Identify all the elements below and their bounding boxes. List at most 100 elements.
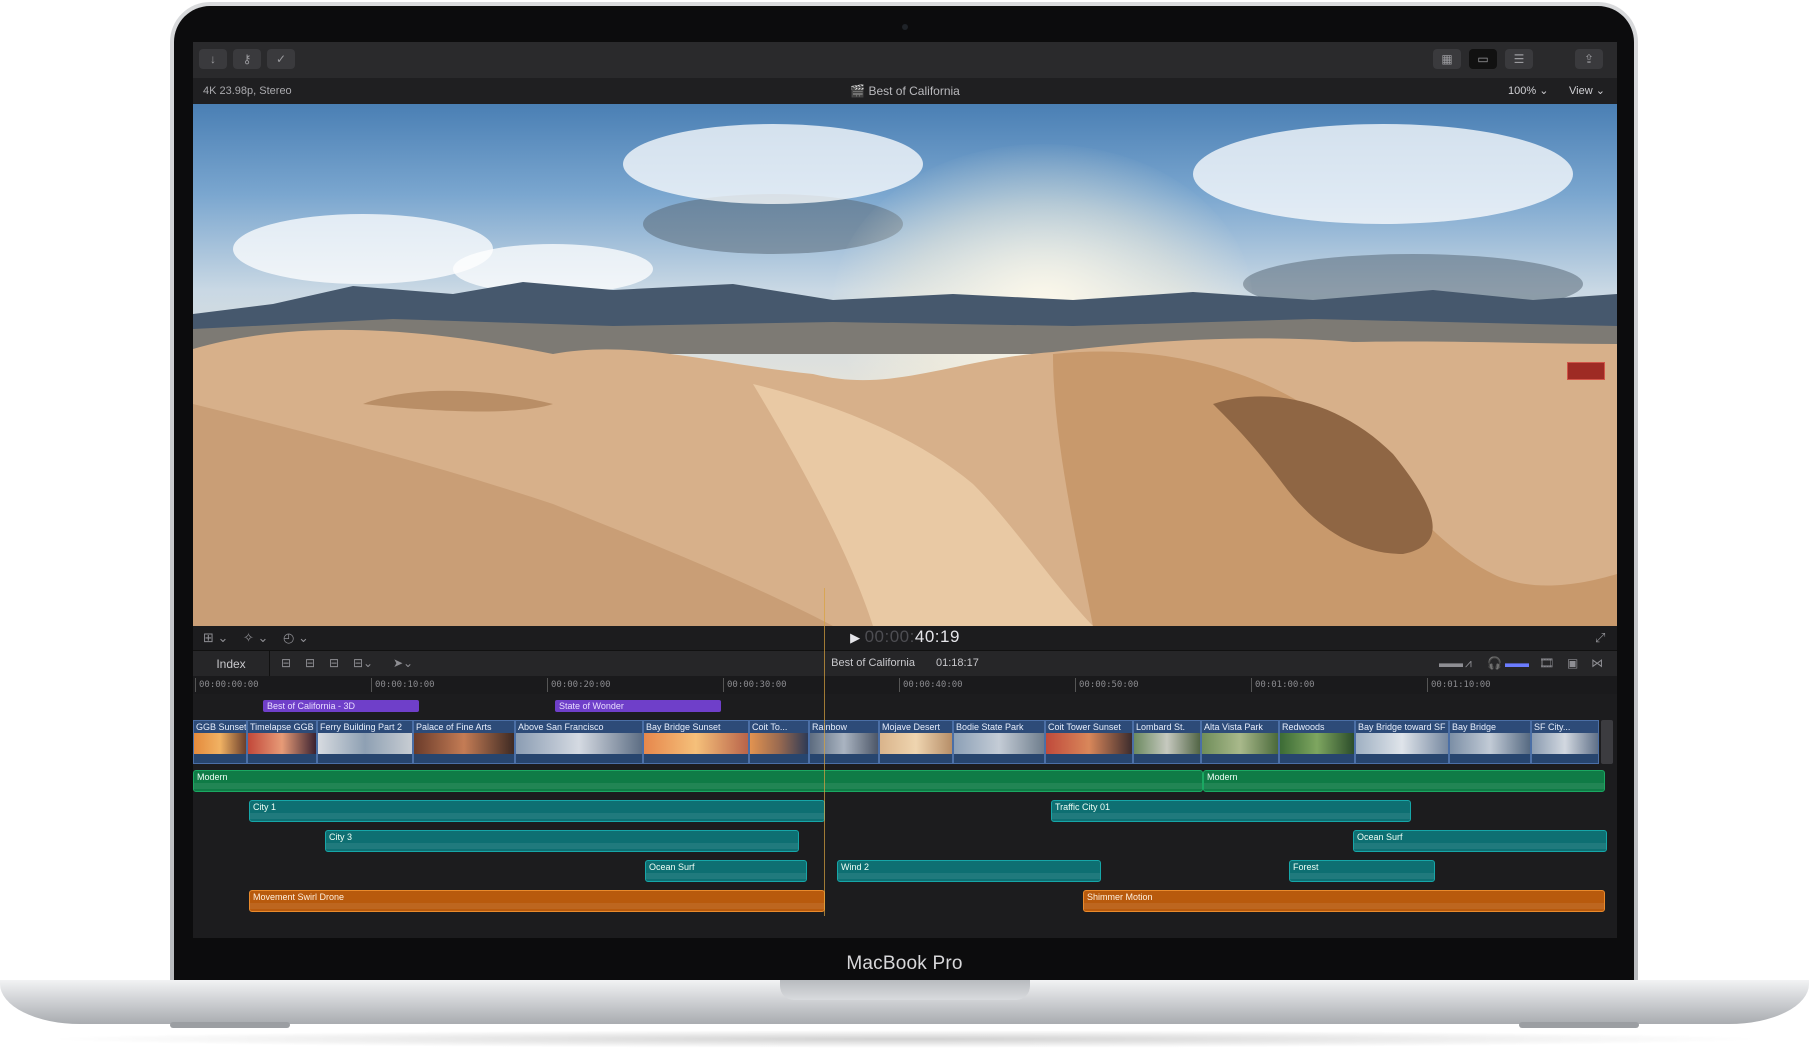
video-clip[interactable]: Rainbow [809, 720, 879, 764]
timecode-display[interactable]: ▶ 00:00:40:19 [193, 627, 1617, 647]
transitions-icon[interactable]: ▣ [1567, 656, 1578, 670]
timeline-project-name: Best of California [831, 657, 915, 669]
video-clip[interactable]: Redwoods [1279, 720, 1355, 764]
clip-label: Palace of Fine Arts [416, 722, 492, 732]
macbook-pro-device: ↓ ⚷ ✓ ▦ ▭ ☰ ⇪ 4K 23.98p, Stereo 🎬 Best o… [0, 0, 1809, 1061]
music-clip[interactable]: Modern [1203, 770, 1605, 792]
camera-icon [902, 24, 908, 30]
clip-label: Redwoods [1282, 722, 1325, 732]
play-icon[interactable]: ▶ [850, 630, 861, 645]
video-clip[interactable]: Coit Tower Sunset [1045, 720, 1133, 764]
timeline-icon[interactable]: ▭ [1469, 49, 1497, 69]
audio-clip[interactable]: Movement Swirl Drone [249, 890, 825, 912]
clip-appearance-icon[interactable]: ▬▬ [1439, 656, 1463, 670]
ruler-tick: 00:00:40:00 [899, 678, 963, 692]
audio-clip-label: City 3 [329, 832, 353, 842]
audio-clip[interactable]: Ocean Surf [645, 860, 807, 882]
timeline-ruler[interactable]: 00:00:00:00 00:00:10:00 00:00:20:00 00:0… [193, 676, 1617, 695]
video-clip[interactable]: Timelapse GGB [247, 720, 317, 764]
project-title-bar: 🎬 Best of California [193, 84, 1617, 98]
clapper-icon: 🎬 [850, 84, 866, 98]
device-shadow [40, 1030, 1769, 1048]
audio-clip-label: Wind 2 [841, 862, 870, 872]
landscape-illustration [193, 282, 1617, 626]
transport-bar: ⊞ ⌄ ✧ ⌄ ◴ ⌄ ▶ 00:00:40:19 ⤢ [193, 626, 1617, 650]
timeline-tracks: Best of California - 3D State of Wonder … [193, 694, 1617, 938]
import-icon[interactable]: ↓ [199, 49, 227, 69]
clip-label: Alta Vista Park [1204, 722, 1263, 732]
video-clip[interactable]: Bay Bridge Sunset [643, 720, 749, 764]
ruler-tick: 00:00:00:00 [195, 678, 259, 692]
video-clip[interactable]: Coit To... [749, 720, 809, 764]
audio-clip[interactable]: Shimmer Motion [1083, 890, 1605, 912]
clip-label: Ferry Building Part 2 [320, 722, 403, 732]
clip-label: Mojave Desert [882, 722, 941, 732]
video-clip[interactable]: Lombard St. [1133, 720, 1201, 764]
ruler-tick: 00:01:10:00 [1427, 678, 1491, 692]
title-clip[interactable]: State of Wonder [555, 700, 721, 712]
viewer-header: 4K 23.98p, Stereo 🎬 Best of California 1… [193, 78, 1617, 104]
zoom-dropdown[interactable]: 100% ⌄ [1508, 84, 1548, 97]
clip-label: SF City... [1534, 722, 1571, 732]
ruler-tick: 00:00:30:00 [723, 678, 787, 692]
keywords-icon[interactable]: ⚷ [233, 49, 261, 69]
video-clip[interactable]: Ferry Building Part 2 [317, 720, 413, 764]
audio-skimming-icon[interactable]: ⩘ [1465, 656, 1472, 671]
fullscreen-icon[interactable]: ⤢ [1595, 630, 1605, 646]
audio-clip-label: Ocean Surf [1357, 832, 1403, 842]
title-clip[interactable]: Best of California - 3D [263, 700, 419, 712]
timecode-current: 40:19 [914, 627, 960, 646]
ruler-tick: 00:00:50:00 [1075, 678, 1139, 692]
audio-clip-label: City 1 [253, 802, 277, 812]
viewer-project-title: Best of California [868, 84, 960, 98]
final-cut-pro-window: ↓ ⚷ ✓ ▦ ▭ ☰ ⇪ 4K 23.98p, Stereo 🎬 Best o… [193, 42, 1617, 938]
playhead[interactable] [824, 588, 825, 916]
laptop-foot [1519, 1022, 1639, 1028]
audio-clip-label: Movement Swirl Drone [253, 892, 345, 902]
audio-clip-label: Modern [197, 772, 228, 782]
audio-clip-label: Modern [1207, 772, 1238, 782]
browser-icon[interactable]: ▦ [1433, 49, 1461, 69]
audio-clip-label: Forest [1293, 862, 1319, 872]
video-clip[interactable]: Mojave Desert [879, 720, 953, 764]
app-toolbar: ↓ ⚷ ✓ ▦ ▭ ☰ ⇪ [193, 42, 1617, 79]
background-tasks-icon[interactable]: ✓ [267, 49, 295, 69]
audio-clip-label: Shimmer Motion [1087, 892, 1153, 902]
video-viewer[interactable] [193, 104, 1617, 626]
close-timeline-icon[interactable]: ⋈ [1591, 656, 1603, 670]
ruler-tick: 00:00:20:00 [547, 678, 611, 692]
music-clip[interactable]: Modern [193, 770, 1203, 792]
effects-browser-icon[interactable]: 🎞 [1539, 656, 1554, 670]
video-clip[interactable]: Palace of Fine Arts [413, 720, 515, 764]
audio-clip[interactable]: Traffic City 01 [1051, 800, 1411, 822]
laptop-foot [170, 1022, 290, 1028]
clip-label: Rainbow [812, 722, 848, 732]
audio-clip-label: Traffic City 01 [1055, 802, 1111, 812]
lid-notch [780, 980, 1030, 1000]
video-clip[interactable]: Above San Francisco [515, 720, 643, 764]
video-clip[interactable]: Alta Vista Park [1201, 720, 1279, 764]
timecode-leading: 00:00: [864, 627, 915, 646]
ruler-tick: 00:00:10:00 [371, 678, 435, 692]
audio-clip[interactable]: Ocean Surf [1353, 830, 1607, 852]
share-icon[interactable]: ⇪ [1575, 49, 1603, 69]
video-clip[interactable]: Bay Bridge toward SF [1355, 720, 1449, 764]
snapping-icon[interactable]: ▬▬ [1505, 656, 1529, 670]
audio-clip[interactable]: Forest [1289, 860, 1435, 882]
clip-trim-handle[interactable] [1601, 720, 1613, 764]
audio-clip[interactable]: Wind 2 [837, 860, 1101, 882]
clip-label: Timelapse GGB [250, 722, 314, 732]
audio-clip[interactable]: City 3 [325, 830, 799, 852]
video-clip[interactable]: GGB Sunset [193, 720, 247, 764]
view-dropdown[interactable]: View ⌄ [1569, 84, 1605, 97]
video-clip[interactable]: Bodie State Park [953, 720, 1045, 764]
clip-label: Coit Tower Sunset [1048, 722, 1121, 732]
clip-label: Bodie State Park [956, 722, 1024, 732]
frame-marker [1567, 362, 1605, 380]
video-clip[interactable]: SF City... [1531, 720, 1599, 764]
clip-label: Lombard St. [1136, 722, 1186, 732]
inspector-icon[interactable]: ☰ [1505, 49, 1533, 69]
audio-clip[interactable]: City 1 [249, 800, 825, 822]
headphones-icon[interactable]: 🎧 [1487, 656, 1502, 670]
video-clip[interactable]: Bay Bridge [1449, 720, 1531, 764]
